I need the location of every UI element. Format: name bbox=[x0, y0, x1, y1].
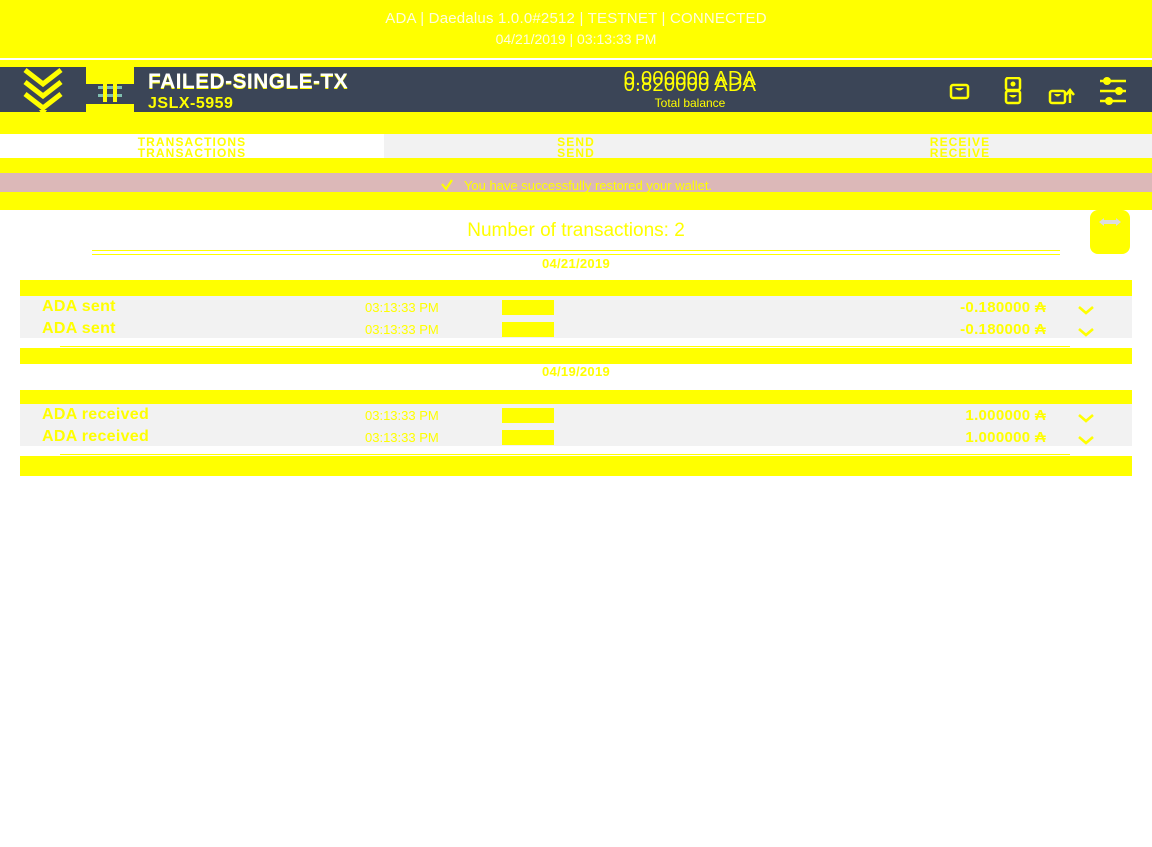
render-artifact-stripe bbox=[20, 456, 1132, 476]
wallet-balance-ghost: 0.000000 ADA bbox=[623, 68, 757, 90]
transaction-status-badge bbox=[502, 407, 554, 423]
transactions-panel: Number of transactions: 2 04/21/2019 ADA… bbox=[0, 208, 1152, 488]
transactions-count-header: Number of transactions: 2 bbox=[92, 220, 1060, 251]
wallet-tabs: TRANSACTIONS TRANSACTIONS SEND SEND RECE… bbox=[0, 126, 1152, 160]
chevron-down-icon[interactable] bbox=[1078, 302, 1094, 315]
tab-transactions[interactable]: TRANSACTIONS TRANSACTIONS bbox=[0, 126, 384, 160]
tab-send-label-ghost: SEND bbox=[557, 146, 595, 160]
scrollbar-thumb[interactable] bbox=[1090, 210, 1130, 254]
wallets-icon[interactable] bbox=[946, 75, 980, 109]
table-row[interactable]: ADA received 03:13:33 PM 1.000000 ₳ bbox=[20, 404, 1132, 426]
notification-ghost: You have successfully restored your wall… bbox=[0, 190, 1152, 205]
transaction-type-ghost: ADA sent bbox=[42, 320, 116, 337]
transaction-amount-ghost: 1.000000 ₳ bbox=[965, 428, 1046, 446]
check-icon-ghost bbox=[440, 191, 454, 205]
transaction-status-badge-ghost bbox=[502, 429, 554, 445]
table-row[interactable]: ADA sent 03:13:33 PM -0.180000 ₳ bbox=[20, 296, 1132, 318]
transactions-filter-divider bbox=[92, 254, 1060, 255]
transaction-type: ADA sent bbox=[42, 298, 116, 315]
transaction-time-ghost: 03:13:33 PM bbox=[365, 429, 439, 445]
daedalus-logo-icon[interactable] bbox=[0, 66, 86, 118]
render-artifact-stripe bbox=[20, 280, 1132, 296]
render-artifact-stripe bbox=[0, 158, 1152, 172]
transaction-time: 03:13:33 PM bbox=[365, 299, 439, 315]
row-divider bbox=[60, 346, 1070, 347]
tab-receive[interactable]: RECEIVE RECEIVE bbox=[768, 126, 1152, 160]
navbar-actions bbox=[946, 66, 1152, 118]
transaction-list-group-1: ADA sent 03:13:33 PM -0.180000 ₳ ADA sen… bbox=[20, 296, 1132, 338]
titlebar-line-primary: ADA | Daedalus 1.0.0#2512 | TESTNET | CO… bbox=[385, 10, 767, 27]
transaction-type: ADA received bbox=[42, 406, 150, 423]
tab-receive-label-ghost: RECEIVE bbox=[929, 146, 991, 160]
notification-banner: You have successfully restored your wall… bbox=[0, 172, 1152, 205]
notification-text-ghost: You have successfully restored your wall… bbox=[463, 190, 713, 205]
table-row-ghost[interactable]: ADA sent 03:13:33 PM -0.180000 ₳ bbox=[20, 318, 1132, 340]
render-artifact-stripe bbox=[20, 348, 1132, 364]
transaction-date-group: 04/21/2019 bbox=[541, 256, 611, 271]
wallet-balance: 0.000000 ADA 0.820000 ADA Total balance bbox=[434, 66, 946, 118]
transaction-time-ghost: 03:13:33 PM bbox=[365, 321, 439, 337]
row-divider bbox=[60, 454, 1070, 455]
transaction-date-group: 04/19/2019 bbox=[541, 364, 611, 379]
transaction-type-ghost: ADA received bbox=[42, 428, 150, 445]
wallet-name-ghost: FAILED-SINGLE-TX bbox=[148, 70, 349, 93]
transaction-status-badge bbox=[502, 299, 554, 315]
app-navbar: FAILED-SINGLE-TX FAILED-SINGLE-TX JSLX-5… bbox=[0, 66, 1152, 118]
titlebar-line-secondary: 04/21/2019 | 03:13:33 PM bbox=[495, 31, 657, 47]
transaction-time: 03:13:33 PM bbox=[365, 407, 439, 423]
transaction-list-group-2: ADA received 03:13:33 PM 1.000000 ₳ ADA … bbox=[20, 404, 1132, 446]
wallet-id: JSLX-5959 bbox=[148, 95, 234, 112]
chevron-down-icon[interactable] bbox=[1078, 410, 1094, 423]
ada-redemption-icon[interactable] bbox=[996, 75, 1030, 109]
table-row-ghost[interactable]: ADA received 03:13:33 PM 1.000000 ₳ bbox=[20, 426, 1132, 448]
wallet-identity[interactable]: FAILED-SINGLE-TX FAILED-SINGLE-TX JSLX-5… bbox=[134, 66, 434, 118]
tab-send[interactable]: SEND SEND bbox=[384, 126, 768, 160]
paper-wallet-icon[interactable] bbox=[1046, 75, 1080, 109]
transaction-status-badge-ghost bbox=[502, 321, 554, 337]
tab-transactions-label-ghost: TRANSACTIONS bbox=[137, 146, 247, 160]
transaction-amount-ghost: -0.180000 ₳ bbox=[960, 320, 1046, 338]
chevron-down-icon-ghost[interactable] bbox=[1078, 324, 1094, 337]
window-titlebar: ADA | Daedalus 1.0.0#2512 | TESTNET | CO… bbox=[0, 0, 1152, 58]
wallet-balance-label: Total balance bbox=[654, 96, 726, 110]
settings-sliders-icon[interactable] bbox=[1096, 75, 1130, 109]
chevron-down-icon-ghost[interactable] bbox=[1078, 432, 1094, 445]
render-artifact-stripe bbox=[20, 390, 1132, 404]
transaction-amount: 1.000000 ₳ bbox=[965, 406, 1046, 424]
transaction-amount: -0.180000 ₳ bbox=[960, 298, 1046, 316]
wallet-switch-icon[interactable] bbox=[86, 66, 134, 118]
